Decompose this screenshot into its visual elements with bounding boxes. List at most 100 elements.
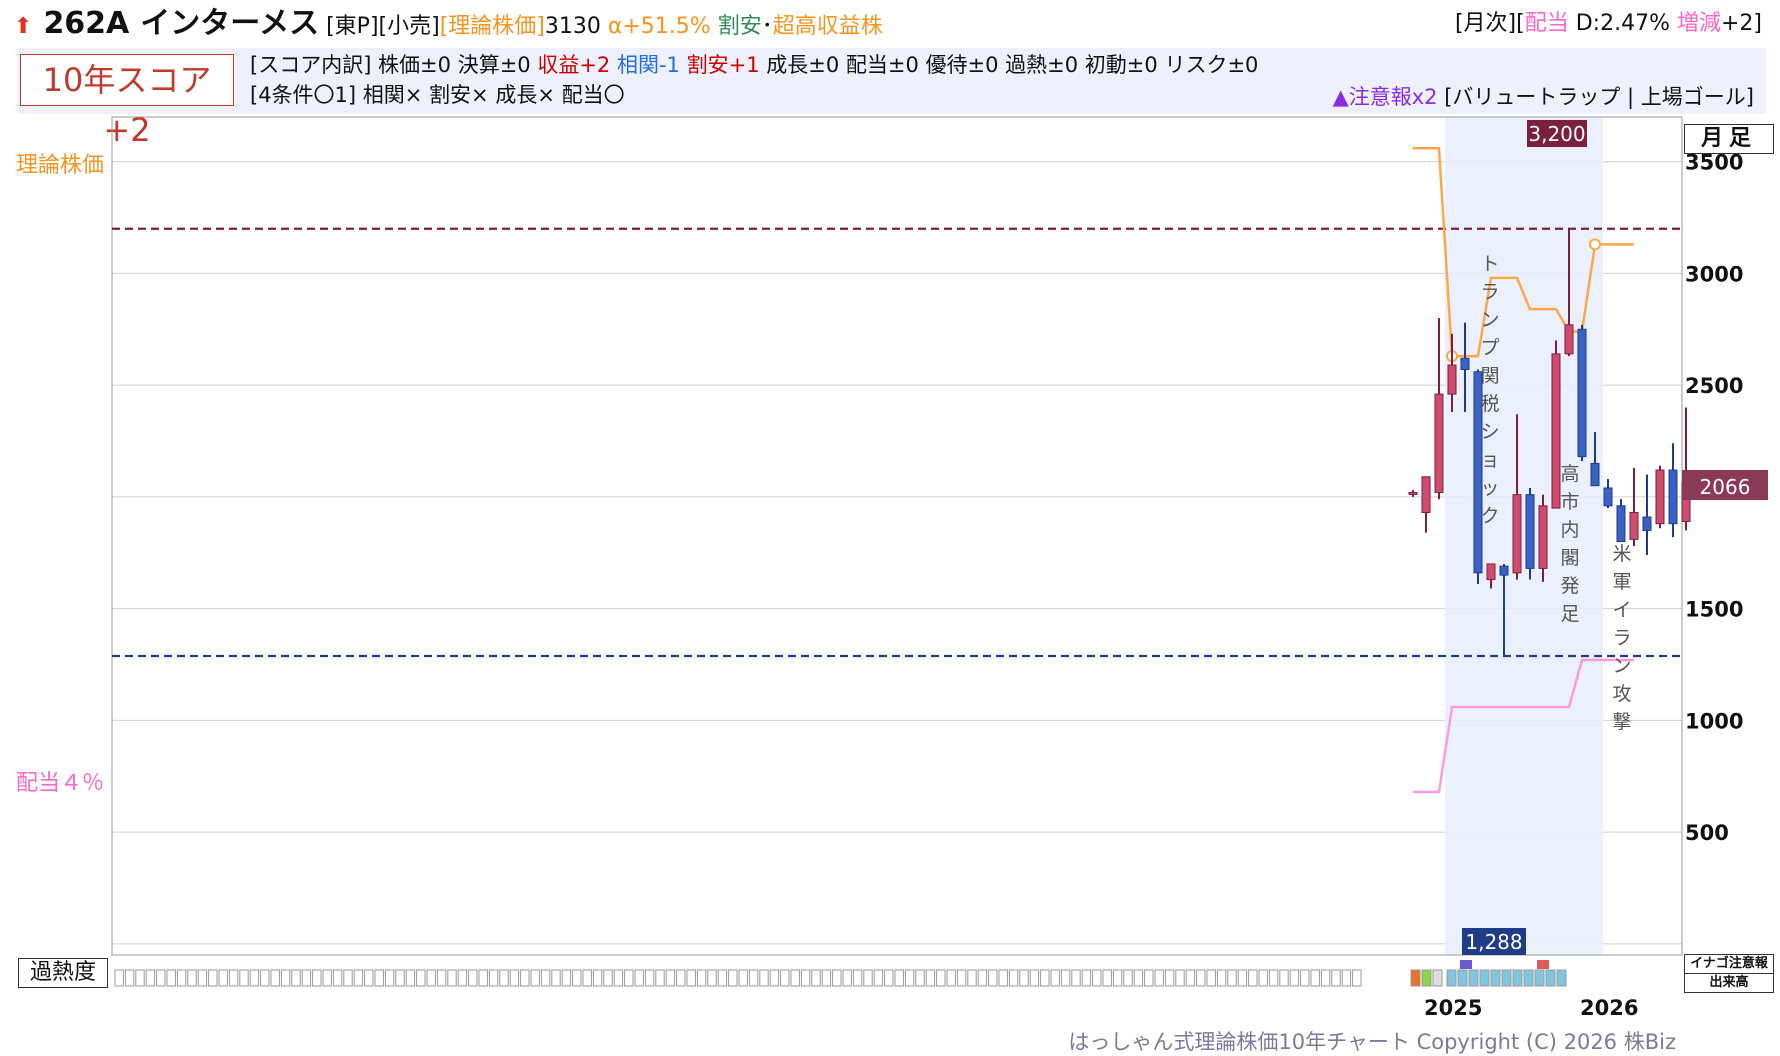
inago-marker	[1460, 960, 1472, 969]
price-chart: 50010001500250030003500 トランプ関税ショック高市内閣発足…	[111, 116, 1768, 987]
y-tick-label: 3000	[1685, 262, 1743, 286]
overheat-cell	[561, 969, 572, 987]
overheat-cell	[1019, 969, 1029, 987]
overheat-cell	[884, 969, 894, 987]
overheat-cell	[1196, 969, 1206, 987]
overheat-cell	[977, 969, 988, 987]
overheat-cell	[956, 969, 967, 987]
overheat-cell	[384, 969, 395, 987]
overheat-cell	[1029, 969, 1040, 987]
annotation-char: ン	[1612, 655, 1631, 677]
overheat-cell	[1216, 969, 1227, 987]
y-tick-label: 1500	[1685, 598, 1743, 622]
overheat-cell	[114, 969, 124, 987]
overheat-cell	[1258, 969, 1268, 987]
candle-body	[1408, 491, 1418, 495]
overheat-cell	[1154, 969, 1164, 987]
annotation-char: 軍	[1612, 571, 1631, 593]
overheat-cell	[1248, 969, 1258, 987]
overheat-cell	[291, 969, 301, 987]
candle-body	[1486, 563, 1496, 581]
overheat-cell	[1289, 969, 1300, 987]
overheat-cell	[821, 969, 832, 987]
overheat-cell	[416, 969, 426, 987]
overheat-cell	[1050, 969, 1060, 987]
candle-body	[1525, 494, 1535, 569]
overheat-cell	[665, 969, 676, 987]
overheat-cell	[686, 969, 696, 987]
monthly-toggle-button[interactable]: 月足	[1684, 124, 1774, 154]
overheat-cell	[1320, 969, 1331, 987]
overheat-cell	[260, 969, 270, 987]
overheat-cell	[1144, 969, 1154, 987]
overheat-cell-filled	[1501, 969, 1512, 987]
overheat-cell	[624, 969, 634, 987]
annotation-char: シ	[1480, 421, 1499, 443]
overheat-cell	[582, 969, 592, 987]
overheat-cell	[509, 969, 520, 987]
overheat-cell	[1112, 969, 1123, 987]
overheat-cell	[1071, 969, 1081, 987]
annotation-char: ク	[1480, 505, 1499, 527]
overheat-cell-filled	[1432, 969, 1443, 987]
candle-body	[1538, 505, 1548, 569]
overheat-cell	[967, 969, 977, 987]
overheat-cell	[208, 969, 218, 987]
overheat-cell	[343, 969, 353, 987]
overheat-cell	[551, 969, 561, 987]
overheat-cell	[447, 969, 457, 987]
annotation-char: 内	[1560, 519, 1579, 541]
annotation-char: イ	[1612, 599, 1631, 621]
current-price-badge: 2066	[1700, 475, 1751, 499]
overheat-cell	[717, 969, 728, 987]
y-tick-label: 500	[1685, 821, 1729, 845]
overheat-strip	[114, 960, 1567, 987]
overheat-cell	[301, 969, 312, 987]
overheat-cell	[634, 969, 644, 987]
overheat-cell	[572, 969, 582, 987]
overheat-cell	[1081, 969, 1092, 987]
annotation-char: 閣	[1560, 547, 1579, 569]
overheat-cell	[780, 969, 790, 987]
overheat-cell	[1237, 969, 1248, 987]
overheat-cell	[842, 969, 852, 987]
overheat-cell	[1133, 969, 1144, 987]
overheat-cell	[270, 969, 280, 987]
annotation-char: 撃	[1612, 711, 1631, 733]
annotation-char: ッ	[1480, 477, 1499, 499]
annotation-char: ト	[1480, 253, 1499, 275]
x-tick-2025: 2025	[1424, 996, 1483, 1020]
overheat-cell	[478, 969, 488, 987]
overheat-cell	[644, 969, 655, 987]
candle-body	[1447, 364, 1457, 395]
overheat-cell-filled	[1446, 969, 1457, 987]
overheat-cell	[998, 969, 1008, 987]
overheat-cell	[499, 969, 509, 987]
inago-marker	[1537, 960, 1549, 969]
overheat-cell	[936, 969, 946, 987]
overheat-cell	[135, 969, 145, 987]
overheat-cell	[1164, 969, 1175, 987]
overheat-cell	[1008, 969, 1019, 987]
annotation-char: プ	[1480, 337, 1499, 359]
overheat-cell	[1185, 969, 1196, 987]
overheat-cell	[405, 969, 416, 987]
annotation-char: 足	[1560, 603, 1579, 625]
overheat-cell	[395, 969, 405, 987]
overheat-cell-filled	[1545, 969, 1556, 987]
overheat-cell	[353, 969, 364, 987]
overheat-cell	[530, 969, 540, 987]
overheat-cell	[988, 969, 998, 987]
overheat-cell	[1341, 969, 1352, 987]
overheat-cell	[863, 969, 873, 987]
overheat-cell	[613, 969, 624, 987]
overheat-cell	[176, 969, 187, 987]
overheat-cell	[426, 969, 436, 987]
candle-body	[1629, 512, 1639, 540]
overheat-cell	[218, 969, 228, 987]
volume-legend: 出来高	[1684, 973, 1774, 993]
overheat-cell	[1123, 969, 1133, 987]
overheat-cell	[811, 969, 821, 987]
overheat-cell	[925, 969, 936, 987]
overheat-cell	[457, 969, 468, 987]
